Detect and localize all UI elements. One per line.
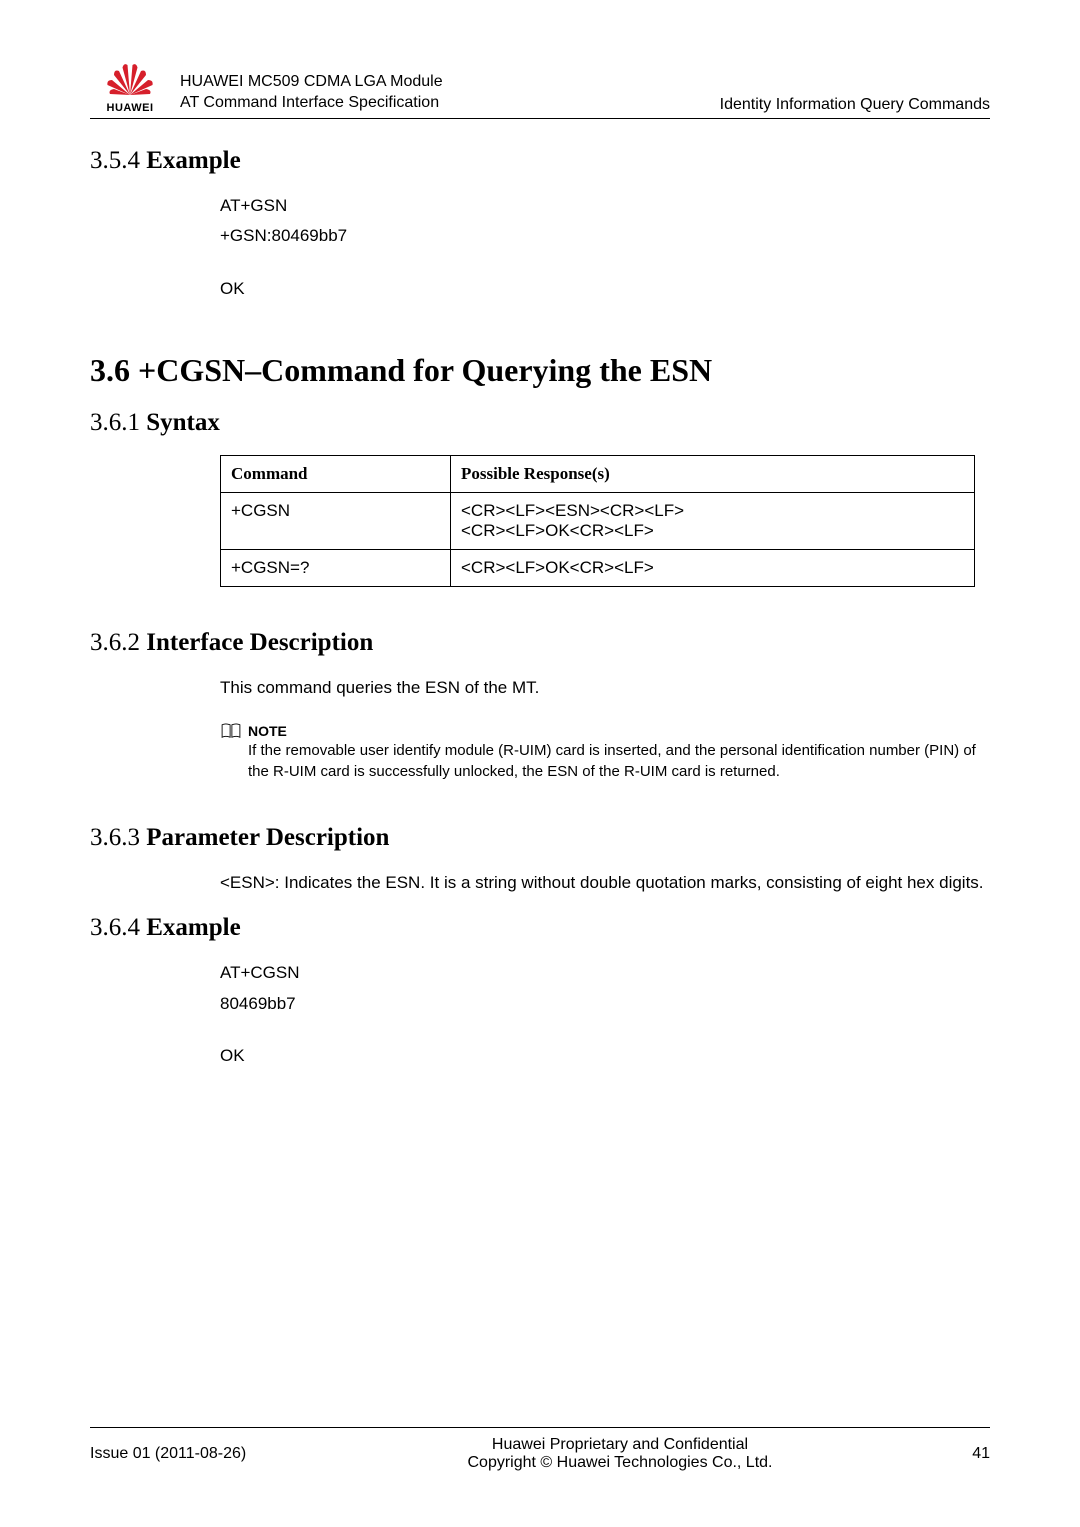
note-text: If the removable user identify module (R… [248, 741, 990, 782]
resp-line: <CR><LF><ESN><CR><LF> [461, 501, 964, 521]
syntax-table: Command Possible Response(s) +CGSN <CR><… [220, 455, 975, 587]
footer-issue: Issue 01 (2011-08-26) [90, 1445, 310, 1463]
table-cell-cmd: +CGSN=? [221, 550, 451, 587]
interface-desc-body: This command queries the ESN of the MT. [220, 675, 990, 701]
blank-line [220, 254, 990, 276]
code-line: OK [220, 276, 990, 302]
table-header-command: Command [221, 456, 451, 493]
page-header: HUAWEI HUAWEI MC509 CDMA LGA Module AT C… [90, 60, 990, 119]
code-line: AT+GSN [220, 193, 990, 219]
heading-num: 3.5.4 [90, 147, 146, 174]
table-row: +CGSN <CR><LF><ESN><CR><LF> <CR><LF>OK<C… [221, 493, 975, 550]
heading-text: Syntax [146, 409, 220, 436]
book-icon [220, 723, 242, 739]
heading-3-6-3: 3.6.3 Parameter Description [90, 824, 990, 852]
heading-text: Example [146, 147, 240, 174]
header-title-line2: AT Command Interface Specification [180, 92, 443, 114]
table-cell-resp: <CR><LF><ESN><CR><LF> <CR><LF>OK<CR><LF> [451, 493, 975, 550]
huawei-logo-icon [105, 60, 155, 100]
example-354-block: AT+GSN +GSN:80469bb7 OK [220, 193, 990, 302]
table-header-response: Possible Response(s) [451, 456, 975, 493]
heading-num: 3.6.3 [90, 824, 146, 851]
footer-confidential: Huawei Proprietary and Confidential [310, 1436, 930, 1454]
page-footer: Issue 01 (2011-08-26) Huawei Proprietary… [90, 1427, 990, 1472]
heading-text: Parameter Description [146, 824, 389, 851]
heading-text: Interface Description [146, 629, 373, 656]
resp-line: <CR><LF>OK<CR><LF> [461, 521, 964, 541]
footer-copyright: Copyright © Huawei Technologies Co., Ltd… [310, 1454, 930, 1472]
table-row: +CGSN=? <CR><LF>OK<CR><LF> [221, 550, 975, 587]
table-cell-resp: <CR><LF>OK<CR><LF> [451, 550, 975, 587]
code-line: AT+CGSN [220, 960, 990, 986]
header-title-line1: HUAWEI MC509 CDMA LGA Module [180, 71, 443, 93]
note-block: NOTE If the removable user identify modu… [220, 723, 990, 782]
code-line: 80469bb7 [220, 991, 990, 1017]
heading-num: 3.6.1 [90, 409, 146, 436]
heading-3-6-1: 3.6.1 Syntax [90, 409, 990, 437]
resp-line: <CR><LF>OK<CR><LF> [461, 558, 964, 578]
heading-3-6-2: 3.6.2 Interface Description [90, 629, 990, 657]
example-364-block: AT+CGSN 80469bb7 OK [220, 960, 990, 1069]
footer-page-number: 41 [930, 1445, 990, 1463]
heading-3-5-4: 3.5.4 Example [90, 147, 990, 175]
table-cell-cmd: +CGSN [221, 493, 451, 550]
heading-3-6-4: 3.6.4 Example [90, 914, 990, 942]
heading-num: 3.6.4 [90, 914, 146, 941]
logo-block: HUAWEI [90, 60, 170, 114]
heading-num: 3.6.2 [90, 629, 146, 656]
footer-row: Issue 01 (2011-08-26) Huawei Proprietary… [90, 1436, 990, 1472]
table-header-row: Command Possible Response(s) [221, 456, 975, 493]
heading-text: Example [146, 914, 240, 941]
param-desc-body: <ESN>: Indicates the ESN. It is a string… [220, 870, 990, 896]
note-label: NOTE [248, 723, 287, 739]
heading-3-6: 3.6 +CGSN–Command for Querying the ESN [90, 352, 990, 389]
header-text: HUAWEI MC509 CDMA LGA Module AT Command … [170, 71, 990, 114]
logo-brand-text: HUAWEI [107, 102, 154, 114]
blank-line [220, 1021, 990, 1043]
header-chapter: Identity Information Query Commands [720, 96, 990, 114]
footer-rule [90, 1427, 990, 1428]
note-header: NOTE [220, 723, 990, 739]
code-line: +GSN:80469bb7 [220, 223, 990, 249]
footer-center: Huawei Proprietary and Confidential Copy… [310, 1436, 930, 1472]
code-line: OK [220, 1043, 990, 1069]
header-title: HUAWEI MC509 CDMA LGA Module AT Command … [180, 71, 443, 114]
